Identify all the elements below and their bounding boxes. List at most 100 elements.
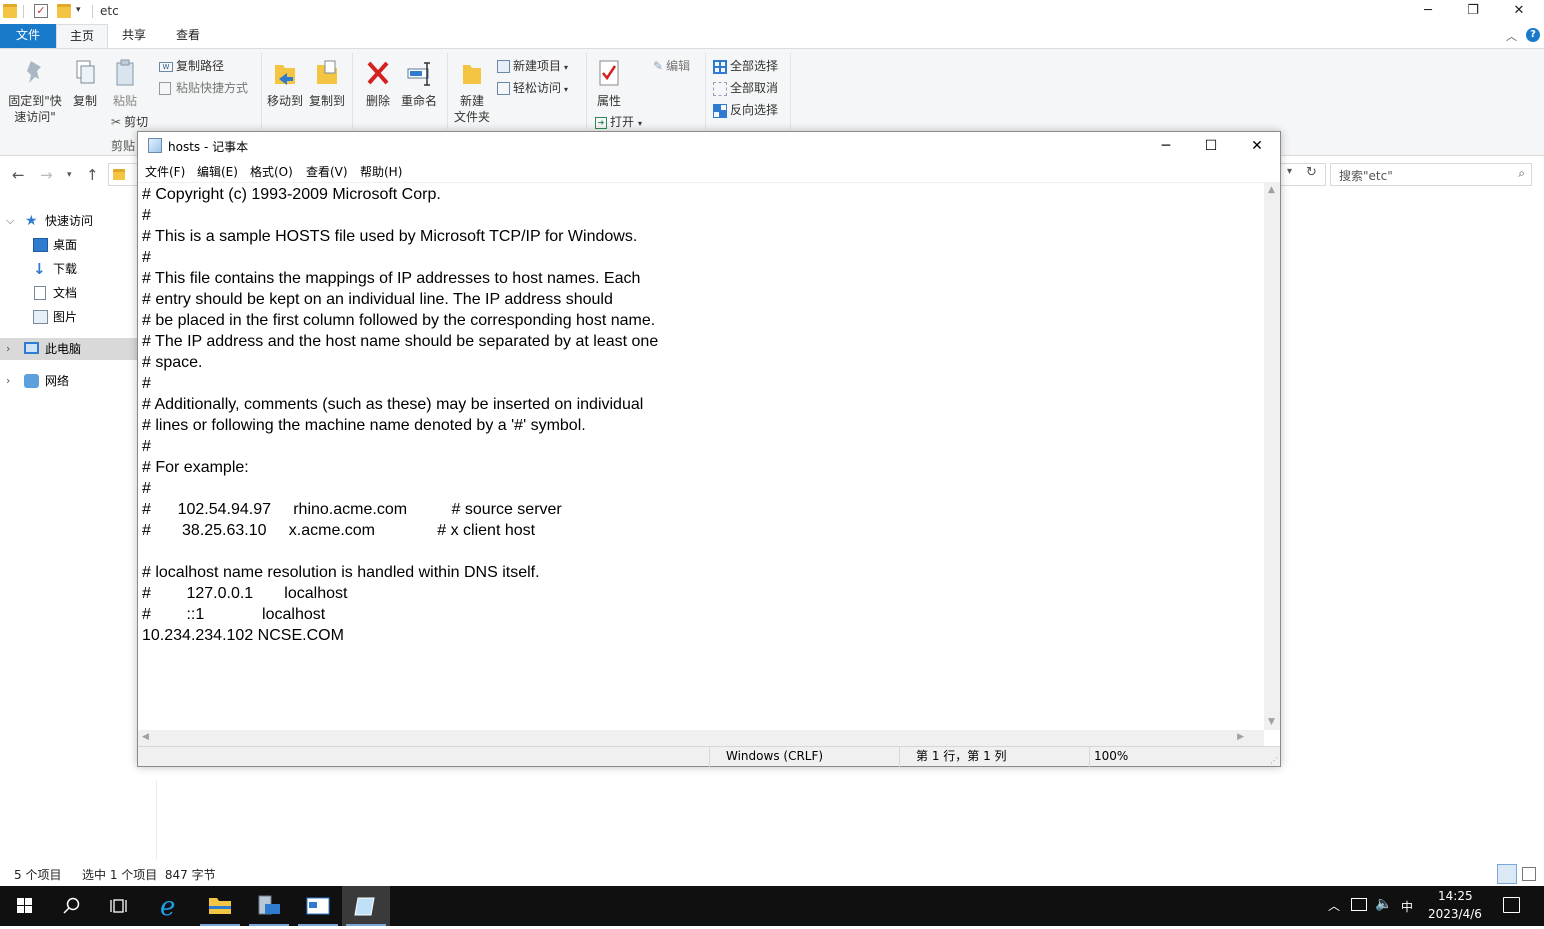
details-view-icon[interactable] (1497, 864, 1517, 884)
collapsed-chevron-icon[interactable]: › (6, 338, 10, 360)
taskbar-control-panel[interactable] (294, 886, 342, 926)
clock-date[interactable]: 2023/4/6 (1428, 907, 1482, 921)
expanded-chevron-icon[interactable]: ⌵ (6, 210, 14, 232)
notepad-menu-bar: 文件(F) 编辑(E) 格式(O) 查看(V) 帮助(H) (138, 160, 1280, 182)
dropdown-arrow-icon: ▾ (564, 85, 569, 94)
taskbar: e ︿ 🔈 中 14:25 2023/4/6 (0, 886, 1544, 926)
clipboard-icon (116, 59, 134, 86)
scroll-right-icon[interactable]: ▶ (1237, 732, 1244, 742)
menu-file[interactable]: 文件(F) (145, 163, 185, 180)
select-none-icon (713, 81, 727, 96)
scroll-up-icon[interactable]: ▲ (1268, 185, 1275, 195)
menu-edit[interactable]: 编辑(E) (197, 163, 238, 180)
scroll-left-icon[interactable]: ◀ (142, 732, 149, 742)
cut-button[interactable]: ✂ 剪切 (111, 113, 148, 130)
easy-access-label: 轻松访问 (513, 81, 562, 95)
cut-label: 剪切 (124, 115, 149, 129)
notification-center-icon[interactable] (1503, 897, 1520, 913)
tab-file[interactable]: 文件 (0, 24, 56, 48)
restore-button[interactable]: ❐ (1450, 0, 1496, 24)
address-dropdown-icon[interactable]: ▾ (1287, 166, 1292, 177)
nav-quick-access[interactable]: ⌵ ★ 快速访问 (0, 210, 156, 232)
show-hidden-icons[interactable]: ︿ (1328, 897, 1340, 914)
network-tray-icon[interactable] (1351, 898, 1367, 911)
easy-access-icon (497, 82, 510, 95)
vertical-scrollbar[interactable]: ▲ ▼ (1264, 182, 1280, 730)
nav-documents[interactable]: 文档 (0, 282, 156, 304)
easy-access-button[interactable]: 轻松访问 ▾ (497, 79, 568, 96)
customize-toolbar-icon[interactable]: ▾ (76, 5, 81, 15)
task-view-button[interactable] (96, 886, 144, 926)
new-folder-quick-icon[interactable] (57, 4, 71, 18)
clock-time[interactable]: 14:25 (1438, 889, 1473, 903)
pin-quick-access-button[interactable]: 固定到"快速访问" (4, 57, 66, 125)
address-input-end[interactable]: ▾ ↻ (1280, 163, 1326, 186)
back-arrow-icon[interactable]: ← (12, 166, 25, 184)
horizontal-scrollbar[interactable]: ◀ ▶ (138, 730, 1264, 746)
copy-to-icon (317, 60, 337, 84)
paste-shortcut-icon (159, 82, 171, 95)
notepad-close-button[interactable]: ✕ (1234, 132, 1280, 160)
nav-pictures[interactable]: 图片 (0, 306, 156, 328)
invert-selection-button[interactable]: 反向选择 (713, 101, 778, 118)
group-divider (447, 53, 448, 129)
text-editor-area[interactable]: # Copyright (c) 1993-2009 Microsoft Corp… (138, 182, 1264, 730)
collapse-ribbon-icon[interactable]: ︿ (1506, 28, 1517, 44)
new-folder-button[interactable]: 新建 文件夹 (452, 57, 492, 125)
recent-locations-icon[interactable]: ▾ (67, 170, 72, 180)
search-button[interactable] (48, 886, 96, 926)
nav-label: 此电脑 (45, 342, 82, 356)
copy-path-button[interactable]: W 复制路径 (159, 57, 224, 74)
minimize-button[interactable]: ─ (1405, 0, 1451, 24)
start-button[interactable] (0, 886, 48, 926)
notepad-minimize-button[interactable]: ─ (1143, 132, 1189, 160)
search-icon[interactable]: ⌕ (1518, 166, 1525, 181)
delete-button[interactable]: 删除 (360, 57, 396, 109)
notepad-status-bar: Windows (CRLF) 第 1 行，第 1 列 100% ⋰ (138, 746, 1280, 767)
volume-muted-icon[interactable]: 🔈 (1375, 896, 1392, 912)
taskbar-internet-explorer[interactable]: e (148, 886, 196, 926)
notepad-maximize-button[interactable]: ☐ (1188, 132, 1234, 160)
up-arrow-icon[interactable]: ↑ (86, 166, 99, 184)
select-none-button[interactable]: 全部取消 (713, 79, 778, 96)
properties-button[interactable]: 属性 (593, 57, 625, 109)
paste-shortcut-button[interactable]: 粘贴快捷方式 (159, 79, 248, 96)
forward-arrow-icon[interactable]: → (40, 166, 53, 184)
search-input[interactable]: 搜索"etc" ⌕ (1330, 163, 1532, 186)
nav-this-pc[interactable]: › 此电脑 (0, 338, 156, 360)
tab-home[interactable]: 主页 (56, 24, 108, 48)
taskbar-notepad[interactable] (342, 886, 390, 926)
edit-button[interactable]: ✎ 编辑 (653, 57, 690, 74)
paste-button[interactable]: 粘贴 (108, 57, 142, 109)
rename-button[interactable]: 重命名 (399, 57, 439, 109)
desktop-icon (33, 238, 48, 252)
nav-downloads[interactable]: ↓ 下载 (0, 258, 156, 280)
tab-view[interactable]: 查看 (164, 24, 212, 48)
scroll-down-icon[interactable]: ▼ (1268, 717, 1275, 727)
taskbar-file-explorer[interactable] (196, 886, 244, 926)
menu-help[interactable]: 帮助(H) (360, 163, 402, 180)
menu-view[interactable]: 查看(V) (306, 163, 348, 180)
rename-icon (407, 62, 430, 86)
taskbar-server-manager[interactable] (245, 886, 293, 926)
large-icons-view-icon[interactable] (1522, 867, 1536, 881)
copy-button[interactable]: 复制 (68, 57, 102, 109)
select-all-button[interactable]: 全部选择 (713, 57, 778, 74)
menu-format[interactable]: 格式(O) (250, 163, 293, 180)
open-button[interactable]: ➜ 打开 ▾ (595, 113, 642, 130)
move-to-button[interactable]: 移动到 (265, 57, 305, 109)
address-input[interactable] (108, 163, 140, 186)
help-icon[interactable]: ? (1526, 28, 1540, 42)
nav-network[interactable]: › 网络 (0, 370, 156, 392)
collapsed-chevron-icon[interactable]: › (6, 370, 10, 392)
nav-desktop[interactable]: 桌面 (0, 234, 156, 256)
copy-to-button[interactable]: 复制到 (307, 57, 347, 109)
new-item-button[interactable]: 新建项目 ▾ (497, 57, 568, 74)
resize-grip-icon[interactable]: ⋰ (1270, 756, 1278, 765)
tab-share[interactable]: 共享 (110, 24, 158, 48)
refresh-icon[interactable]: ↻ (1306, 165, 1317, 180)
ime-indicator[interactable]: 中 (1401, 898, 1413, 915)
properties-quick-icon[interactable]: ✓ (34, 4, 48, 18)
nav-label: 下载 (53, 262, 78, 276)
close-button[interactable]: ✕ (1496, 0, 1542, 24)
